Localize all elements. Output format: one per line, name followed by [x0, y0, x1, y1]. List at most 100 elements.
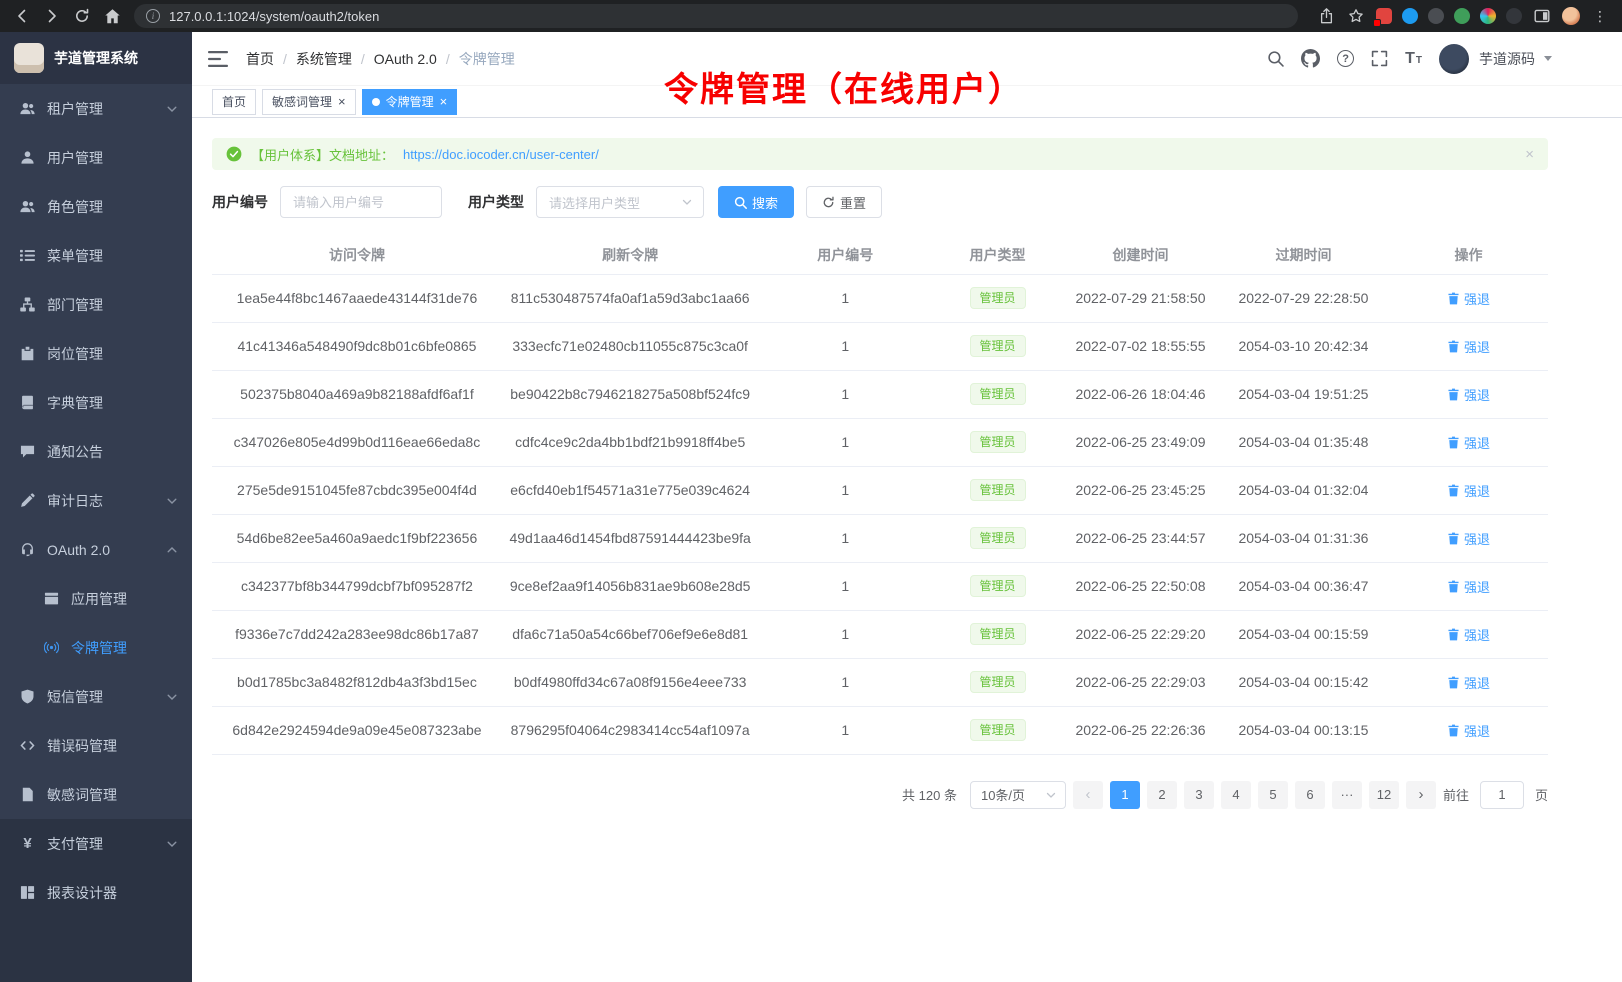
force-logout-button[interactable]: 强退: [1447, 481, 1490, 500]
extension-icon-3[interactable]: [1428, 8, 1444, 24]
user-name[interactable]: 芋道源码: [1479, 49, 1535, 69]
sidebar-item-user-management[interactable]: 用户管理: [0, 133, 192, 182]
user-type-badge: 管理员: [970, 719, 1026, 741]
bookmark-star-icon[interactable]: [1346, 6, 1366, 26]
tab-sensitive-word-management[interactable]: 敏感词管理 ×: [262, 89, 356, 115]
extension-icon-6[interactable]: [1506, 8, 1522, 24]
pagination-page-12[interactable]: 12: [1369, 781, 1399, 809]
table-row: 54d6be82ee5a460a9aedc1f9bf223656 49d1aa4…: [212, 514, 1548, 562]
cell-refresh-token: 333ecfc71e02480cb11055c875c3ca0f: [502, 322, 759, 370]
pagination-goto-input[interactable]: [1480, 781, 1524, 809]
force-logout-button[interactable]: 强退: [1447, 385, 1490, 404]
close-tab-icon[interactable]: ×: [338, 95, 346, 108]
force-logout-button[interactable]: 强退: [1447, 673, 1490, 692]
shield-icon: [20, 689, 35, 704]
app-shell: 芋道管理系统 租户管理 用户管理 角色管理 菜单: [0, 32, 1622, 982]
pagination-page-2[interactable]: 2: [1147, 781, 1177, 809]
side-panel-icon[interactable]: [1532, 6, 1552, 26]
user-avatar[interactable]: [1439, 44, 1469, 74]
pagination-page-3[interactable]: 3: [1184, 781, 1214, 809]
search-icon[interactable]: [1267, 50, 1284, 67]
sidebar-item-sms-management[interactable]: 短信管理: [0, 672, 192, 721]
navbar: 首页 / 系统管理 / OAuth 2.0 / 令牌管理 ? TT 芋道源码: [192, 32, 1622, 86]
close-alert-icon[interactable]: ×: [1525, 146, 1534, 163]
extension-icon-1[interactable]: [1376, 8, 1392, 24]
sidebar-item-payment-management[interactable]: ¥ 支付管理: [0, 819, 192, 868]
user-type-select[interactable]: 请选择用户类型: [536, 186, 704, 218]
tags-view: 首页 敏感词管理 × 令牌管理 ×: [192, 86, 1622, 118]
help-icon[interactable]: ?: [1337, 50, 1354, 67]
force-logout-button[interactable]: 强退: [1447, 289, 1490, 308]
chevron-down-icon: [681, 196, 693, 208]
pagination-page-6[interactable]: 6: [1295, 781, 1325, 809]
chevron-down-icon: [166, 691, 178, 703]
sidebar-item-sensitive-word-management[interactable]: 敏感词管理: [0, 770, 192, 819]
github-icon[interactable]: [1301, 49, 1320, 68]
extension-icon-4[interactable]: [1454, 8, 1470, 24]
pagination-page-4[interactable]: 4: [1221, 781, 1251, 809]
reload-button[interactable]: [72, 6, 92, 26]
chevron-down-icon[interactable]: [1544, 56, 1552, 61]
browser-profile-avatar[interactable]: [1562, 7, 1580, 25]
sidebar-item-app-management[interactable]: 应用管理: [0, 574, 192, 623]
sidebar-item-error-code-management[interactable]: 错误码管理: [0, 721, 192, 770]
browser-menu-icon[interactable]: ⋮: [1590, 6, 1610, 26]
cell-actions: 强退: [1389, 274, 1548, 322]
cell-user-id: 1: [758, 658, 932, 706]
close-tab-icon[interactable]: ×: [440, 95, 448, 108]
sidebar-item-report-designer[interactable]: 报表设计器: [0, 868, 192, 917]
sidebar-item-notice-announcement[interactable]: 通知公告: [0, 427, 192, 476]
app-logo[interactable]: 芋道管理系统: [0, 32, 192, 84]
table-row: c342377bf8b344799dcbf7bf095287f2 9ce8ef2…: [212, 562, 1548, 610]
back-button[interactable]: [12, 6, 32, 26]
share-button[interactable]: [1316, 6, 1336, 26]
site-info-icon[interactable]: i: [146, 9, 160, 23]
cell-created-time: 2022-06-25 23:45:25: [1063, 466, 1218, 514]
extension-icon-5[interactable]: [1480, 8, 1496, 24]
alert-doc-link[interactable]: https://doc.iocoder.cn/user-center/: [403, 147, 599, 162]
fullscreen-icon[interactable]: [1371, 50, 1388, 67]
tab-home[interactable]: 首页: [212, 89, 256, 115]
sidebar-item-department-management[interactable]: 部门管理: [0, 280, 192, 329]
force-logout-button[interactable]: 强退: [1447, 529, 1490, 548]
font-size-icon[interactable]: TT: [1405, 51, 1422, 67]
pagination-prev[interactable]: ‹: [1073, 781, 1103, 809]
force-logout-button[interactable]: 强退: [1447, 337, 1490, 356]
sidebar-item-oauth2[interactable]: OAuth 2.0: [0, 525, 192, 574]
sidebar-item-role-management[interactable]: 角色管理: [0, 182, 192, 231]
sidebar-item-menu-management[interactable]: 菜单管理: [0, 231, 192, 280]
breadcrumb-system[interactable]: 系统管理: [296, 49, 352, 69]
logo-image: [14, 43, 44, 73]
address-bar[interactable]: i 127.0.0.1:1024/system/oauth2/token: [134, 4, 1298, 28]
sidebar-item-audit-log[interactable]: 审计日志: [0, 476, 192, 525]
breadcrumb-oauth2[interactable]: OAuth 2.0: [374, 51, 437, 67]
breadcrumb-home[interactable]: 首页: [246, 49, 274, 69]
extension-icon-2[interactable]: [1402, 8, 1418, 24]
sidebar-item-token-management[interactable]: 令牌管理: [0, 623, 192, 672]
delete-icon: [1447, 532, 1460, 545]
cell-actions: 强退: [1389, 514, 1548, 562]
pagination-next[interactable]: ›: [1406, 781, 1436, 809]
user-type-badge: 管理员: [970, 575, 1026, 597]
sidebar-item-post-management[interactable]: 岗位管理: [0, 329, 192, 378]
user-id-input[interactable]: [280, 186, 442, 218]
home-button[interactable]: [102, 6, 122, 26]
search-button[interactable]: 搜索: [718, 186, 794, 218]
tab-token-management[interactable]: 令牌管理 ×: [362, 89, 458, 115]
pagination-more[interactable]: ···: [1332, 781, 1362, 809]
page-size-select[interactable]: 10条/页: [970, 781, 1066, 809]
sidebar-item-dictionary-management[interactable]: 字典管理: [0, 378, 192, 427]
forward-button[interactable]: [42, 6, 62, 26]
cell-expire-time: 2054-03-04 00:15:59: [1218, 610, 1389, 658]
pagination-page-1[interactable]: 1: [1110, 781, 1140, 809]
pagination-goto-suffix: 页: [1535, 785, 1548, 804]
hamburger-icon[interactable]: [208, 50, 228, 68]
reset-button[interactable]: 重置: [806, 186, 882, 218]
cell-expire-time: 2054-03-04 00:15:42: [1218, 658, 1389, 706]
pagination-page-5[interactable]: 5: [1258, 781, 1288, 809]
force-logout-button[interactable]: 强退: [1447, 577, 1490, 596]
sidebar-item-tenant-management[interactable]: 租户管理: [0, 84, 192, 133]
force-logout-button[interactable]: 强退: [1447, 721, 1490, 740]
force-logout-button[interactable]: 强退: [1447, 625, 1490, 644]
force-logout-button[interactable]: 强退: [1447, 433, 1490, 452]
